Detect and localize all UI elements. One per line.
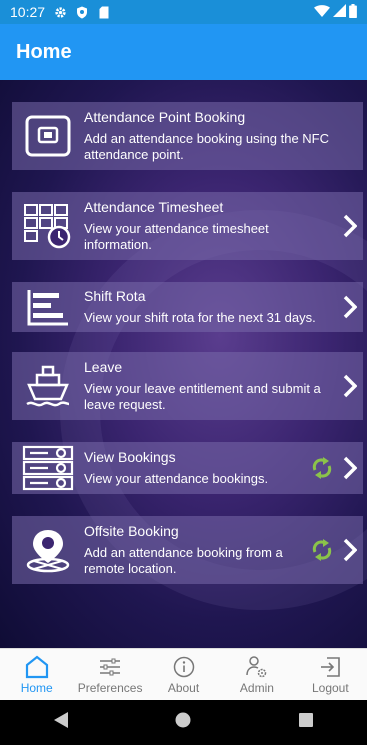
home-content: Attendance Point Booking Add an attendan…	[0, 80, 367, 648]
battery-icon	[349, 3, 357, 21]
settings-gear-icon	[53, 5, 67, 19]
card-description: Add an attendance booking using the NFC …	[84, 131, 330, 162]
sync-icon[interactable]	[307, 538, 337, 562]
card-description: View your attendance timesheet informati…	[84, 221, 269, 252]
card-title: Offsite Booking	[84, 523, 179, 539]
chevron-right-icon	[337, 374, 363, 398]
sliders-icon	[98, 655, 122, 679]
shield-icon	[75, 5, 89, 19]
card-title: Shift Rota	[84, 288, 146, 304]
home-icon	[24, 655, 50, 679]
card-attendance-timesheet[interactable]: Attendance Timesheet View your attendanc…	[12, 192, 363, 260]
home-circle-icon[interactable]	[175, 712, 191, 733]
page-title: Home	[16, 40, 72, 63]
nav-logout[interactable]: Logout	[294, 649, 367, 700]
chevron-right-icon	[337, 214, 363, 238]
wifi-icon	[314, 4, 330, 20]
card-offsite-booking[interactable]: Offsite Booking Add an attendance bookin…	[12, 516, 363, 584]
sync-icon[interactable]	[307, 456, 337, 480]
nav-admin[interactable]: Admin	[220, 649, 293, 700]
chevron-right-icon	[337, 456, 363, 480]
nav-label: Preferences	[77, 680, 143, 695]
nav-about[interactable]: About	[147, 649, 220, 700]
card-description: Add an attendance booking from a remote …	[84, 545, 283, 576]
logout-icon	[319, 655, 341, 679]
info-icon	[173, 655, 195, 679]
app-bar: Home	[0, 24, 367, 80]
sd-card-icon	[97, 5, 111, 19]
admin-user-gear-icon	[245, 655, 269, 679]
card-attendance-point-booking[interactable]: Attendance Point Booking Add an attendan…	[12, 102, 363, 170]
back-icon[interactable]	[53, 712, 68, 733]
chevron-right-icon	[337, 538, 363, 562]
signal-icon	[333, 4, 346, 20]
nfc-terminal-icon	[12, 114, 84, 158]
status-time: 10:27	[10, 4, 46, 20]
nav-home[interactable]: Home	[0, 649, 73, 700]
bookings-list-icon	[12, 445, 84, 491]
nav-label: Home	[20, 680, 53, 695]
card-description: View your attendance bookings.	[84, 471, 269, 486]
recents-square-icon[interactable]	[299, 713, 314, 732]
card-description: View your leave entitlement and submit a…	[84, 381, 321, 412]
chevron-right-icon	[337, 295, 363, 319]
nav-preferences[interactable]: Preferences	[73, 649, 146, 700]
card-leave[interactable]: Leave View your leave entitlement and su…	[12, 352, 363, 420]
card-view-bookings[interactable]: View Bookings View your attendance booki…	[12, 442, 363, 494]
nav-label: Admin	[239, 680, 274, 695]
card-title: Leave	[84, 359, 123, 375]
nav-label: Logout	[311, 680, 349, 695]
gantt-chart-icon	[12, 288, 84, 326]
status-bar: 10:27	[0, 0, 367, 24]
card-description: View your shift rota for the next 31 day…	[84, 310, 316, 325]
card-shift-rota[interactable]: Shift Rota View your shift rota for the …	[12, 282, 363, 332]
map-pin-icon	[12, 527, 84, 573]
card-title: Attendance Timesheet	[84, 199, 224, 215]
system-navigation-bar	[0, 700, 367, 745]
timesheet-calendar-icon	[12, 203, 84, 249]
status-right-icons	[314, 3, 357, 21]
nav-label: About	[167, 680, 200, 695]
bottom-navigation: Home Preferences About Admin Logout	[0, 648, 367, 700]
card-title: Attendance Point Booking	[84, 109, 246, 125]
ship-icon	[12, 364, 84, 408]
card-title: View Bookings	[84, 449, 176, 465]
